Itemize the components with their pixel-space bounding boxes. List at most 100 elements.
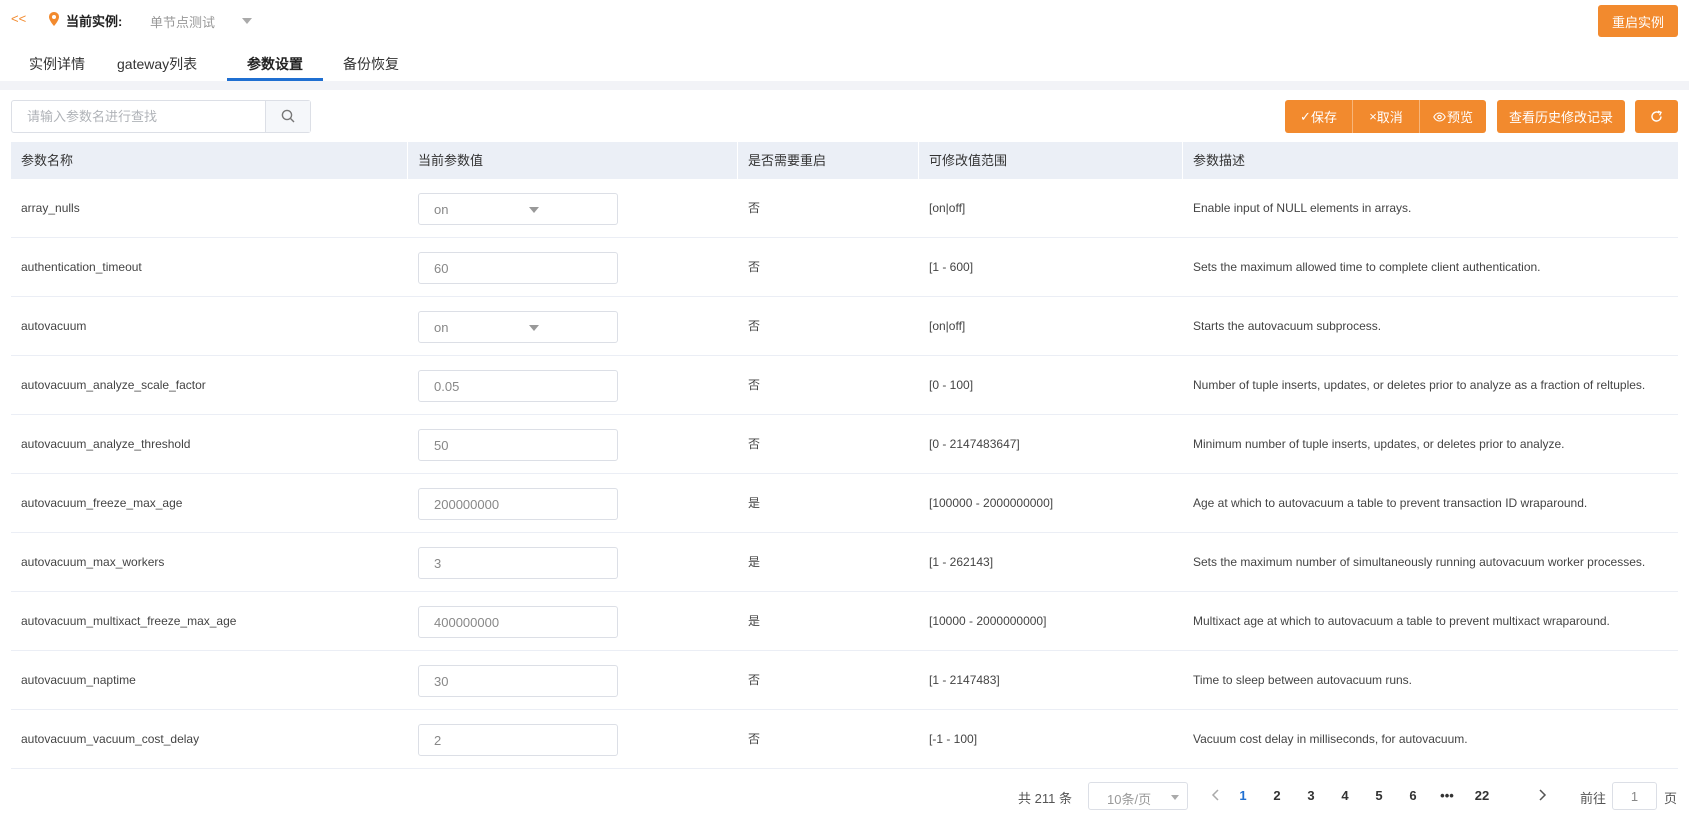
param-range: [-1 - 100]: [929, 732, 978, 746]
param-description: Number of tuple inserts, updates, or del…: [1193, 378, 1646, 392]
save-button-label: 保存: [1310, 110, 1337, 125]
cancel-button[interactable]: × 取消: [1352, 100, 1419, 133]
view-history-button[interactable]: 查看历史修改记录: [1497, 100, 1625, 133]
table-row: autovacuum_analyze_scale_factor 否 [0 - 100…: [11, 356, 1678, 415]
param-value-field[interactable]: [419, 312, 617, 342]
param-range: [100000 - 2000000000]: [929, 496, 1054, 510]
param-name: autovacuum: [21, 319, 87, 333]
param-restart: 是: [748, 614, 761, 628]
param-value-select[interactable]: [418, 193, 618, 225]
tab-bar: 实例详情 gateway列表 参数设置 备份恢复: [0, 44, 1689, 82]
tab-gateway-list[interactable]: gateway列表: [117, 54, 197, 74]
more-pages-icon[interactable]: •••: [1434, 788, 1460, 803]
chevron-down-icon: [529, 207, 539, 213]
section-divider: [0, 81, 1689, 90]
param-value-field[interactable]: [419, 253, 617, 283]
param-value-input[interactable]: [418, 488, 618, 520]
param-name: array_nulls: [21, 201, 80, 215]
table-row: array_nulls 否 [on|off] Enable input of NULL…: [11, 179, 1678, 238]
param-restart: 否: [748, 319, 761, 333]
table-body: array_nulls 否 [on|off] Enable input of NULL…: [11, 179, 1678, 769]
table-row: autovacuum_multixact_freeze_max_age 是 [100…: [11, 592, 1678, 651]
param-name: authentication_timeout: [21, 260, 142, 274]
instance-label: 当前实例:: [66, 14, 123, 29]
page-number[interactable]: 22: [1469, 788, 1495, 803]
chevron-down-icon: [242, 18, 252, 24]
tab-backup-restore[interactable]: 备份恢复: [343, 54, 399, 74]
back-link[interactable]: <<: [11, 11, 26, 26]
page-number[interactable]: 2: [1264, 788, 1290, 803]
page-number[interactable]: 5: [1366, 788, 1392, 803]
param-description: Vacuum cost delay in milliseconds, for a…: [1193, 732, 1468, 746]
param-value-input[interactable]: [418, 370, 618, 402]
param-value-field[interactable]: [419, 607, 617, 637]
param-restart: 是: [748, 555, 761, 569]
eye-icon: [1433, 111, 1446, 122]
search-input[interactable]: [12, 101, 265, 132]
page-number[interactable]: 3: [1298, 788, 1324, 803]
param-restart: 是: [748, 496, 761, 510]
search-button[interactable]: [265, 101, 310, 132]
page-size-value: 10条/页: [1107, 792, 1152, 807]
param-value-field[interactable]: [419, 666, 617, 696]
param-value-input[interactable]: [418, 429, 618, 461]
param-name: autovacuum_analyze_scale_factor: [21, 378, 206, 392]
page-number[interactable]: 6: [1400, 788, 1426, 803]
param-value-field[interactable]: [419, 194, 617, 224]
column-header-restart: 是否需要重启: [738, 142, 919, 179]
param-value-input[interactable]: [418, 606, 618, 638]
param-value-input[interactable]: [418, 724, 618, 756]
page-number[interactable]: 1: [1230, 788, 1256, 803]
check-icon: ✓: [1300, 108, 1311, 124]
page-size-select[interactable]: 10条/页: [1088, 782, 1188, 810]
param-value-field[interactable]: [419, 371, 617, 401]
param-range: [on|off]: [929, 201, 966, 215]
param-range: [10000 - 2000000000]: [929, 614, 1047, 628]
tab-instance-details[interactable]: 实例详情: [29, 54, 85, 74]
param-range: [0 - 2147483647]: [929, 437, 1020, 451]
param-range: [1 - 2147483]: [929, 673, 1000, 687]
next-page-icon[interactable]: [1535, 787, 1549, 803]
preview-button[interactable]: 预览: [1419, 100, 1486, 133]
page-number[interactable]: 4: [1332, 788, 1358, 803]
param-restart: 否: [748, 260, 761, 274]
param-restart: 否: [748, 201, 761, 215]
prev-page-icon[interactable]: [1209, 787, 1223, 803]
param-value-field[interactable]: [419, 548, 617, 578]
pagination: 共 211 条 10条/页 123456 ••• 22 前往 页: [0, 780, 1689, 812]
refresh-button[interactable]: [1635, 100, 1678, 133]
table-row: autovacuum_freeze_max_age 是 [100000 - 2000…: [11, 474, 1678, 533]
param-name: autovacuum_multixact_freeze_max_age: [21, 614, 237, 628]
preview-button-label: 预览: [1446, 110, 1473, 125]
param-value-input[interactable]: [418, 665, 618, 697]
param-restart: 否: [748, 673, 761, 687]
param-range: [on|off]: [929, 319, 966, 333]
param-value-input[interactable]: [418, 547, 618, 579]
param-range: [1 - 600]: [929, 260, 974, 274]
param-description: Minimum number of tuple inserts, updates…: [1193, 437, 1565, 451]
chevron-down-icon: [529, 325, 539, 331]
param-description: Multixact age at which to autovacuum a t…: [1193, 614, 1610, 628]
param-value-select[interactable]: [418, 311, 618, 343]
tab-parameter-settings[interactable]: 参数设置: [247, 54, 303, 74]
param-value-field[interactable]: [419, 725, 617, 755]
param-restart: 否: [748, 732, 761, 746]
param-name: autovacuum_naptime: [21, 673, 136, 687]
param-value-input[interactable]: [418, 252, 618, 284]
goto-page-input[interactable]: [1612, 782, 1657, 810]
search-box: [11, 100, 311, 133]
save-button[interactable]: ✓ 保存: [1285, 100, 1352, 133]
restart-instance-button[interactable]: 重启实例: [1598, 5, 1678, 37]
instance-select-value: 单节点测试: [150, 15, 216, 30]
param-description: Age at which to autovacuum a table to pr…: [1193, 496, 1588, 510]
table-row: autovacuum_vacuum_cost_delay 否 [-1 - 100] V…: [11, 710, 1678, 769]
param-value-field[interactable]: [419, 489, 617, 519]
parameter-table: 参数名称 当前参数值 是否需要重启 可修改值范围 参数描述 array_null…: [11, 142, 1678, 769]
goto-suffix: 页: [1664, 791, 1678, 806]
param-name: autovacuum_freeze_max_age: [21, 496, 183, 510]
param-description: Time to sleep between autovacuum runs.: [1193, 673, 1413, 687]
param-description: Enable input of NULL elements in arrays.: [1193, 201, 1412, 215]
param-value-field[interactable]: [419, 430, 617, 460]
goto-label: 前往: [1580, 791, 1607, 806]
instance-select[interactable]: 单节点测试: [150, 9, 260, 31]
